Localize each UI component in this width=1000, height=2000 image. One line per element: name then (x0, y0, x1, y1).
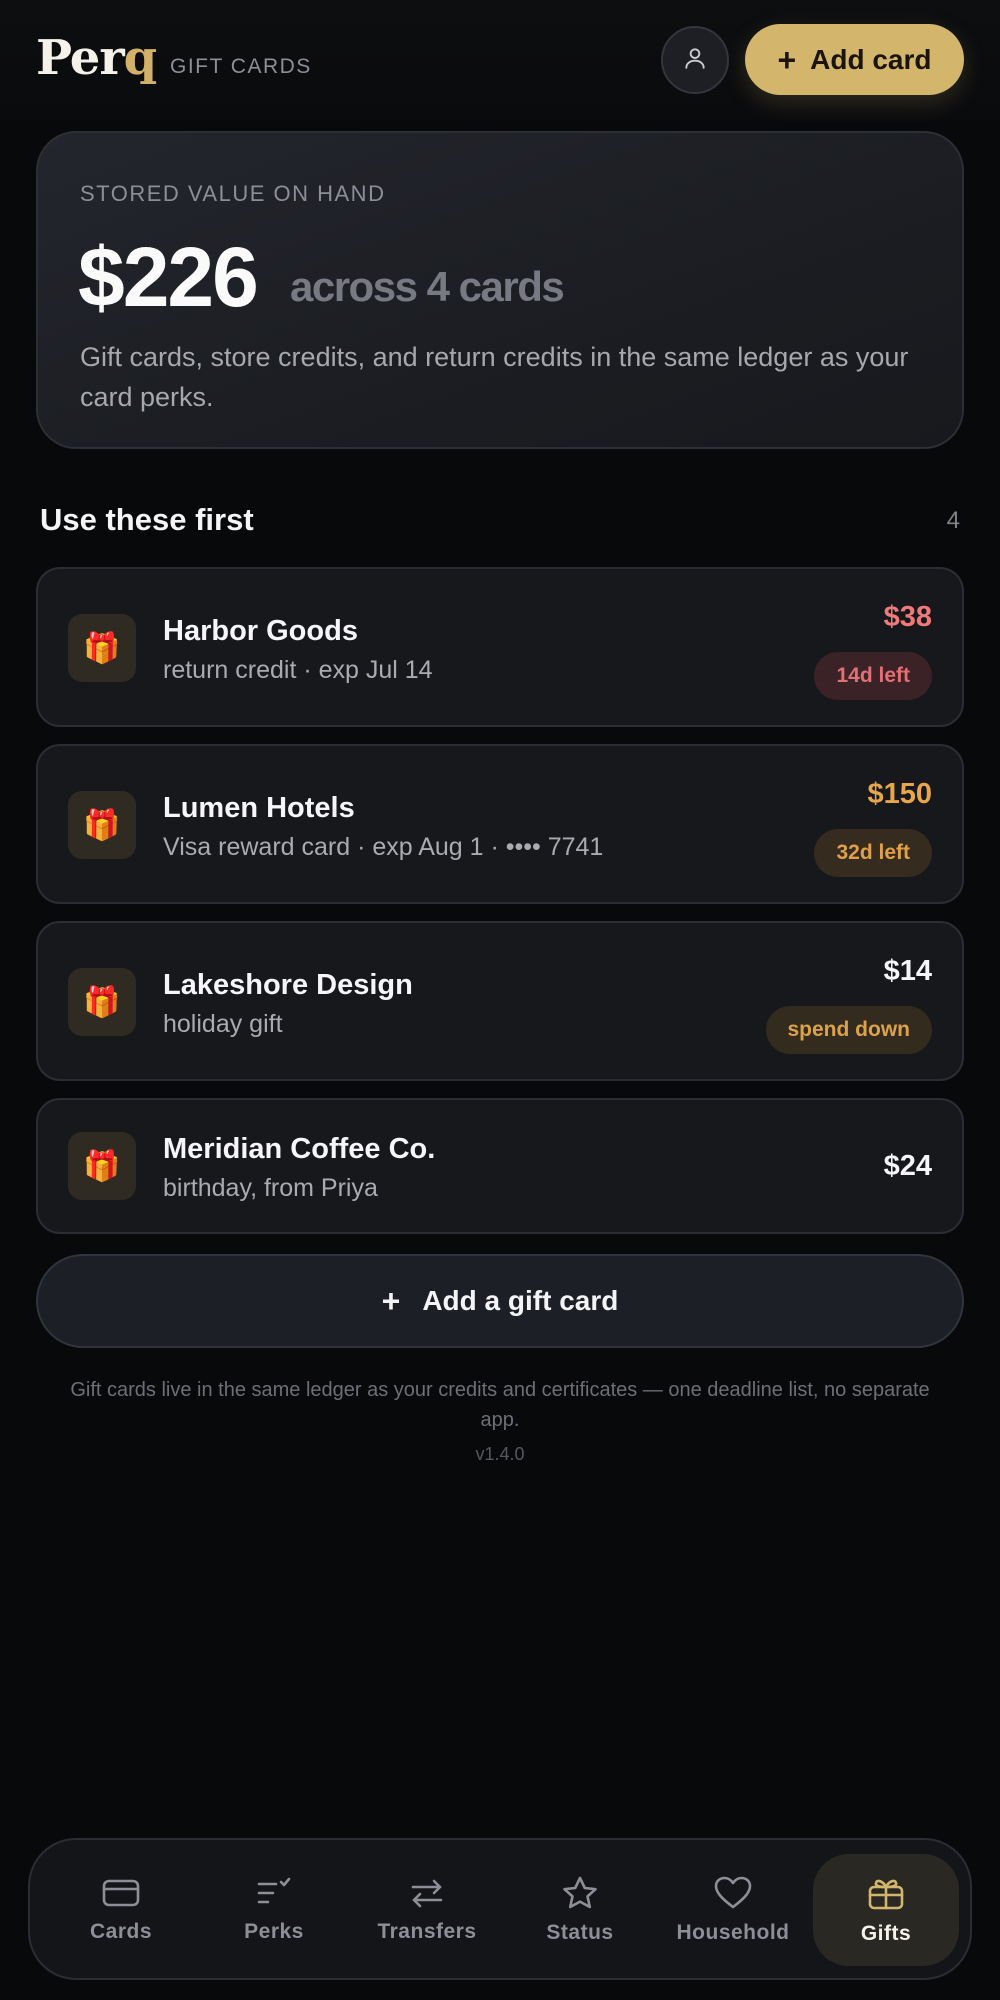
nav-label: Household (676, 1921, 790, 1944)
gift-card-row[interactable]: 🎁 Lakeshore Design holiday gift $14 spen… (36, 921, 964, 1081)
section-title: Use these first (40, 502, 254, 537)
nav-item-cards[interactable]: Cards (48, 1854, 194, 1966)
transfer-arrows-icon (407, 1876, 447, 1910)
nav-item-status[interactable]: Status (507, 1854, 653, 1966)
section-count: 4 (946, 507, 960, 534)
gift-icon: 🎁 (68, 614, 136, 682)
perks-list-icon (254, 1876, 294, 1910)
nav-item-transfers[interactable]: Transfers (354, 1854, 500, 1966)
gift-icon: 🎁 (68, 968, 136, 1036)
expiry-badge: 32d left (814, 829, 932, 877)
add-card-button[interactable]: + Add card (745, 24, 964, 95)
gift-card-meta: birthday, from Priya (163, 1174, 378, 1202)
nav-label: Status (546, 1921, 614, 1944)
gift-icon: 🎁 (68, 1132, 136, 1200)
gift-card-amount: $24 (883, 1150, 932, 1182)
card-icon (101, 1876, 141, 1910)
gift-card-name: Lakeshore Design (163, 969, 413, 1001)
spend-down-badge: spend down (765, 1006, 932, 1054)
user-icon (682, 45, 708, 76)
gift-card-name: Harbor Goods (163, 615, 358, 647)
summary-label: STORED VALUE ON HAND (80, 181, 386, 206)
card-count-text: across 4 cards (290, 263, 565, 310)
add-gift-card-label: Add a gift card (422, 1285, 619, 1316)
gift-card-meta: holiday gift (163, 1010, 283, 1038)
heart-icon (713, 1875, 753, 1911)
nav-label: Perks (244, 1920, 304, 1943)
gift-card-row[interactable]: 🎁 Lumen Hotels Visa reward card · exp Au… (36, 744, 964, 904)
nav-label: Cards (89, 1920, 153, 1943)
gift-card-amount: $38 (883, 601, 932, 633)
profile-button[interactable] (661, 26, 729, 94)
gift-icon: 🎁 (68, 791, 136, 859)
add-gift-card-button[interactable]: + Add a gift card (36, 1254, 964, 1348)
gift-box-icon (866, 1874, 906, 1912)
gift-card-meta: return credit · exp Jul 14 (163, 656, 433, 684)
gift-card-meta: Visa reward card · exp Aug 1 · •••• 7741 (163, 833, 604, 861)
plus-icon: + (381, 1283, 401, 1319)
app-logo[interactable]: Perq (36, 30, 157, 86)
gift-card-name: Lumen Hotels (163, 792, 355, 824)
nav-item-gifts[interactable]: Gifts (813, 1854, 959, 1966)
gift-card-row[interactable]: 🎁 Meridian Coffee Co. birthday, from Pri… (36, 1098, 964, 1234)
gift-card-amount: $150 (867, 778, 932, 810)
star-icon (560, 1875, 600, 1911)
gift-card-name: Meridian Coffee Co. (163, 1133, 436, 1165)
stored-value-summary: STORED VALUE ON HAND $226 across 4 cards… (36, 131, 964, 449)
plus-icon: + (777, 41, 797, 78)
expiry-badge: 14d left (814, 652, 932, 700)
nav-item-household[interactable]: Household (660, 1854, 806, 1966)
nav-label: Transfers (377, 1920, 477, 1943)
stored-value-total: $226 (78, 230, 259, 324)
app-header: Perq GIFT CARDS + Add card (0, 0, 1000, 120)
app-version: v1.4.0 (475, 1444, 525, 1464)
gift-card-row[interactable]: 🎁 Harbor Goods return credit · exp Jul 1… (36, 567, 964, 727)
add-card-label: Add card (810, 43, 932, 75)
gift-card-amount: $14 (883, 955, 932, 987)
gift-cards-page: Perq GIFT CARDS + Add card STORED VALUE … (0, 0, 1000, 2000)
page-section-label: GIFT CARDS (170, 55, 312, 78)
nav-item-perks[interactable]: Perks (201, 1854, 347, 1966)
bottom-navigation: Cards Perks Transfers Status Household G… (28, 1838, 972, 1980)
footer-note: Gift cards live in the same ledger as yo… (70, 1379, 930, 1431)
nav-label: Gifts (860, 1922, 912, 1945)
summary-description: Gift cards, store credits, and return cr… (80, 342, 909, 412)
